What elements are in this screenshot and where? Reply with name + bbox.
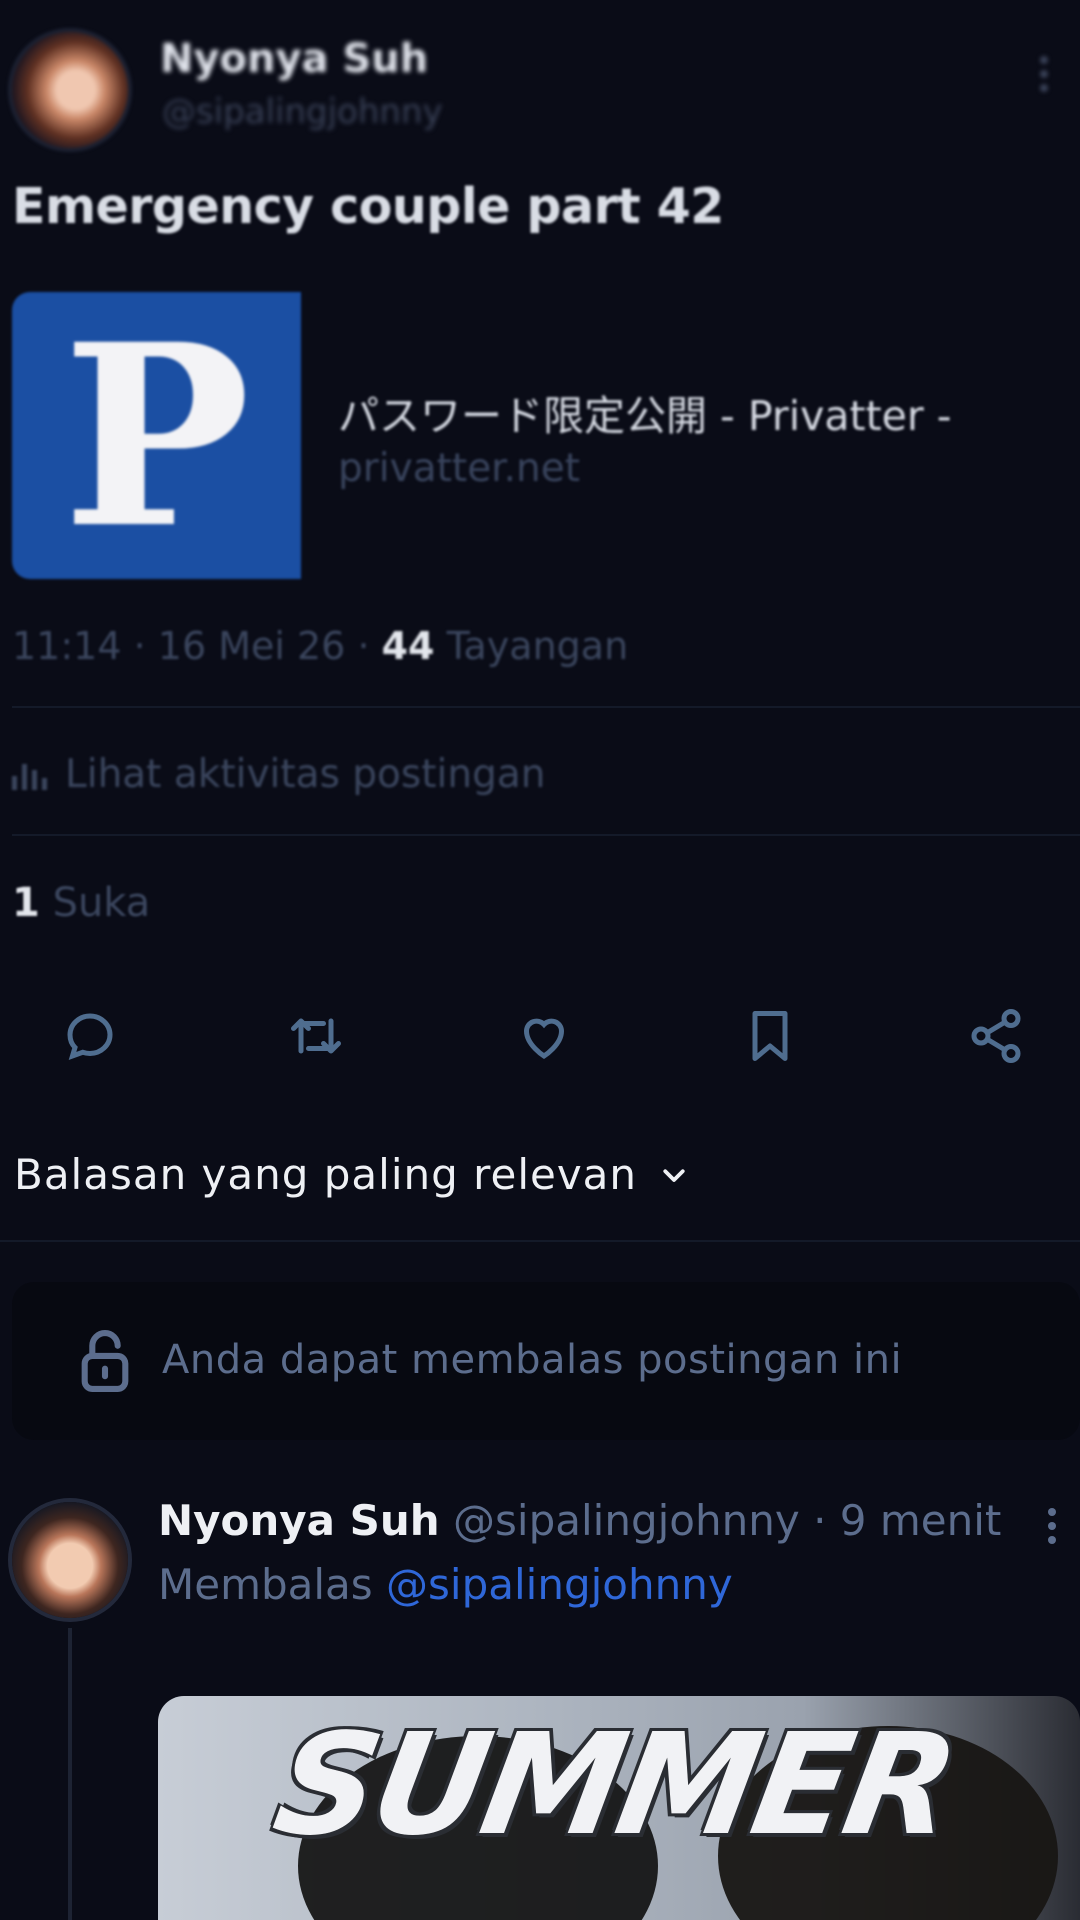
reply-time: 9 menit <box>839 1496 1002 1545</box>
divider <box>0 1240 1080 1242</box>
heart-icon <box>523 1018 565 1059</box>
link-card-thumbnail[interactable]: P <box>12 292 301 579</box>
post-activity-label: Lihat aktivitas postingan <box>65 752 546 797</box>
post-time: 11:14 <box>12 624 122 668</box>
reply-sort-label: Balasan yang paling relevan <box>14 1150 638 1199</box>
share-icon <box>971 1009 1021 1064</box>
reply-author-avatar[interactable] <box>12 1502 128 1618</box>
likes-label: Suka <box>52 880 151 926</box>
reply-media-image[interactable]: SUMMER <box>158 1696 1080 1920</box>
unlock-icon <box>81 1330 129 1392</box>
repost-icon <box>291 1018 341 1054</box>
post-date: 16 Mei 26 <box>157 624 346 668</box>
replying-mention-link[interactable]: @sipalingjohnny <box>386 1560 733 1609</box>
post-meta: 11:14 · 16 Mei 26 · 44 Tayangan <box>12 624 629 668</box>
like-button[interactable] <box>508 1000 580 1072</box>
author-name[interactable]: Nyonya Suh <box>160 36 428 82</box>
more-options-icon[interactable] <box>1040 56 1048 104</box>
thread-line <box>68 1628 72 1920</box>
author-avatar[interactable] <box>12 32 128 148</box>
reply-permission-text: Anda dapat membalas postingan ini <box>162 1337 903 1383</box>
repost-button[interactable] <box>280 1000 352 1072</box>
privatter-logo-icon: P <box>62 288 251 583</box>
reply-sort-dropdown[interactable]: Balasan yang paling relevan <box>14 1150 689 1199</box>
likes-count: 1 <box>12 880 40 926</box>
views-count: 44 <box>381 624 435 668</box>
divider <box>12 706 1080 708</box>
replying-to: Membalas @sipalingjohnny <box>158 1560 733 1609</box>
link-card-domain: privatter.net <box>338 446 581 491</box>
post-text: Emergency couple part 42 <box>12 178 724 235</box>
author-handle[interactable]: @sipalingjohnny <box>162 92 443 132</box>
reply-more-options-icon[interactable] <box>1048 1508 1056 1550</box>
bookmark-button[interactable] <box>734 1000 806 1072</box>
replying-label: Membalas <box>158 1560 373 1609</box>
reply-header: Nyonya Suh @sipalingjohnny · 9 menit <box>158 1496 1002 1545</box>
share-button[interactable] <box>960 1000 1032 1072</box>
reply-permission-notice: Anda dapat membalas postingan ini <box>12 1282 1080 1440</box>
bookmark-icon <box>752 1011 788 1061</box>
post-activity-link[interactable]: Lihat aktivitas postingan <box>12 752 545 797</box>
views-label: Tayangan <box>446 624 629 668</box>
media-caption-text: SUMMER <box>263 1704 965 1867</box>
reply-author-handle[interactable]: @sipalingjohnny <box>453 1496 800 1545</box>
reply-button[interactable] <box>54 1000 126 1072</box>
likes-summary[interactable]: 1 Suka <box>12 880 150 926</box>
reply-author-name[interactable]: Nyonya Suh <box>158 1496 440 1545</box>
divider <box>12 834 1080 836</box>
analytics-icon <box>12 760 47 790</box>
link-card-title[interactable]: パスワード限定公開 - Privatter - <box>338 382 952 442</box>
reply-icon <box>67 1013 113 1061</box>
chevron-down-icon <box>663 1168 685 1182</box>
